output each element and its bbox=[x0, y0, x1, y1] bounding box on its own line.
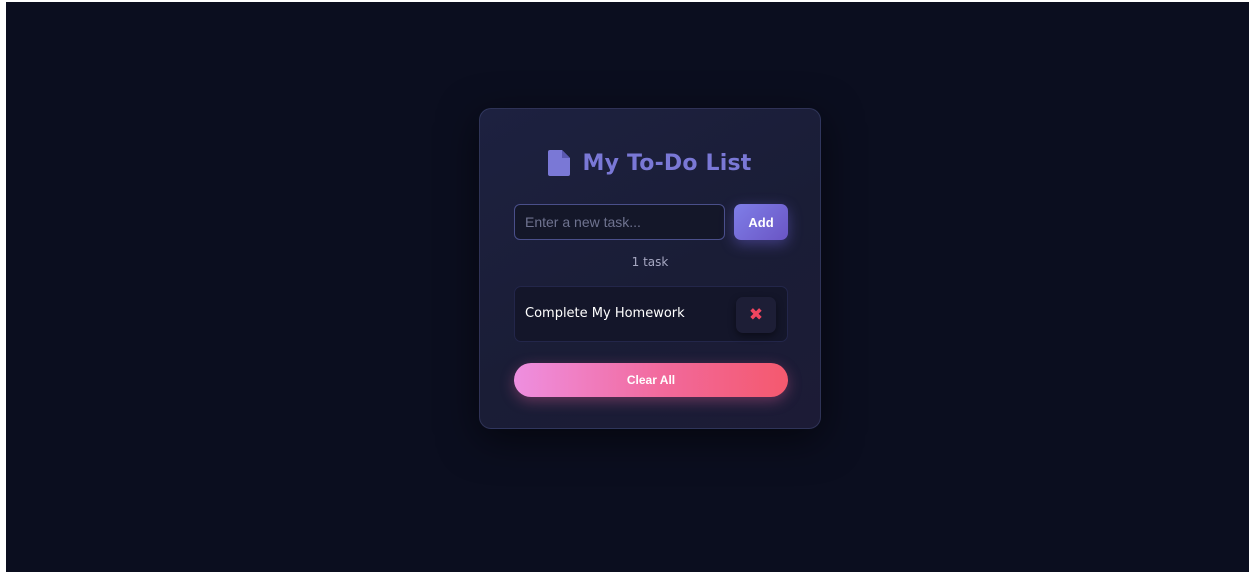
clear-all-button[interactable]: Clear All bbox=[514, 363, 788, 397]
task-count: 1 task bbox=[631, 255, 669, 269]
page-title: My To-Do List bbox=[582, 150, 752, 176]
task-label: Complete My Homework bbox=[525, 306, 685, 321]
page-background: My To-Do List Add 1 task Complete My Hom… bbox=[6, 2, 1249, 572]
new-task-input[interactable] bbox=[514, 204, 725, 240]
close-icon: ✖ bbox=[748, 305, 764, 325]
title-row: My To-Do List bbox=[480, 147, 820, 179]
delete-task-button[interactable]: ✖ bbox=[736, 297, 776, 333]
document-icon bbox=[548, 150, 571, 176]
todo-card: My To-Do List Add 1 task Complete My Hom… bbox=[479, 108, 821, 429]
add-button[interactable]: Add bbox=[734, 204, 788, 240]
task-item: Complete My Homework ✖ bbox=[514, 286, 788, 342]
